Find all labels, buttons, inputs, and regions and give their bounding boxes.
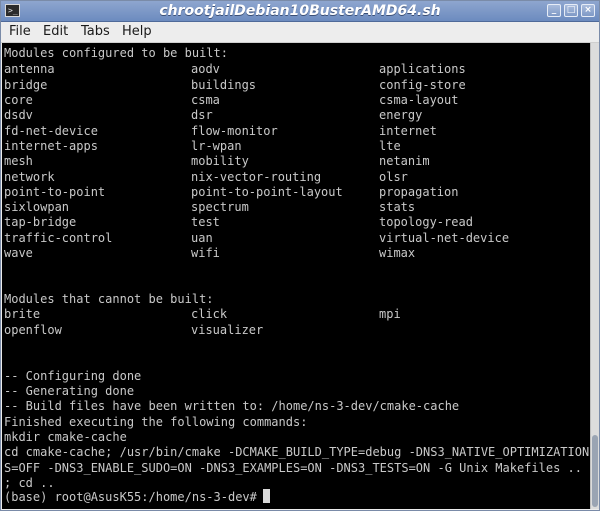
title-bar[interactable]: >_ chrootjailDebian10BusterAMD64.sh _ □ … bbox=[1, 1, 599, 22]
module-name: spectrum bbox=[191, 200, 249, 214]
menu-edit[interactable]: Edit bbox=[43, 22, 68, 42]
vertical-scrollbar[interactable] bbox=[590, 43, 599, 509]
scrollbar-thumb[interactable] bbox=[592, 435, 598, 507]
module-name: config-store bbox=[379, 78, 466, 92]
module-name: click bbox=[191, 307, 228, 321]
menu-bar: File Edit Tabs Help bbox=[1, 22, 599, 43]
module-name: bridge bbox=[4, 78, 48, 92]
menu-tabs[interactable]: Tabs bbox=[81, 22, 110, 42]
window-title: chrootjailDebian10BusterAMD64.sh bbox=[159, 3, 441, 19]
minimize-button[interactable]: _ bbox=[547, 4, 561, 17]
module-name: sixlowpan bbox=[4, 200, 70, 214]
module-name: virtual-net-device bbox=[379, 231, 510, 245]
module-name: netanim bbox=[379, 154, 430, 168]
module-name: topology-read bbox=[379, 215, 473, 229]
close-button[interactable]: × bbox=[581, 4, 595, 17]
module-name: stats bbox=[379, 200, 416, 214]
module-name: test bbox=[191, 215, 220, 229]
module-name: mesh bbox=[4, 154, 33, 168]
module-name: lr-wpan bbox=[191, 139, 242, 153]
module-name: wifi bbox=[191, 246, 220, 260]
module-name: energy bbox=[379, 108, 423, 122]
log-line: cd cmake-cache; /usr/bin/cmake -DCMAKE_B… bbox=[4, 445, 590, 459]
module-name: point-to-point-layout bbox=[191, 185, 343, 199]
module-name: olsr bbox=[379, 170, 408, 184]
module-name: fd-net-device bbox=[4, 124, 98, 138]
log-line: -- Build files have been written to: /ho… bbox=[4, 399, 460, 413]
menu-file[interactable]: File bbox=[9, 22, 31, 42]
module-name: dsr bbox=[191, 108, 213, 122]
module-name: internet bbox=[379, 124, 437, 138]
module-name: brite bbox=[4, 307, 41, 321]
module-name: aodv bbox=[191, 62, 220, 76]
text-cursor bbox=[263, 489, 270, 503]
log-line: mkdir cmake-cache bbox=[4, 430, 127, 444]
module-name: applications bbox=[379, 62, 466, 76]
module-name: point-to-point bbox=[4, 185, 106, 199]
log-line: -- Generating done bbox=[4, 384, 135, 398]
log-line: -- Configuring done bbox=[4, 369, 142, 383]
module-name: tap-bridge bbox=[4, 215, 77, 229]
log-line: Finished executing the following command… bbox=[4, 415, 308, 429]
module-name: wave bbox=[4, 246, 33, 260]
module-name: openflow bbox=[4, 323, 62, 337]
log-line: S=OFF -DNS3_ENABLE_SUDO=ON -DNS3_EXAMPLE… bbox=[4, 461, 582, 475]
module-name: antenna bbox=[4, 62, 55, 76]
module-name: mobility bbox=[191, 154, 249, 168]
module-name: traffic-control bbox=[4, 231, 113, 245]
terminal-window: >_ chrootjailDebian10BusterAMD64.sh _ □ … bbox=[0, 0, 600, 511]
module-name: wimax bbox=[379, 246, 416, 260]
terminal-output[interactable]: Modules configured to be built: antenna … bbox=[2, 43, 590, 509]
module-name: propagation bbox=[379, 185, 459, 199]
module-name: visualizer bbox=[191, 323, 264, 337]
module-name: csma-layout bbox=[379, 93, 459, 107]
module-name: network bbox=[4, 170, 55, 184]
module-name: buildings bbox=[191, 78, 257, 92]
module-name: lte bbox=[379, 139, 401, 153]
module-name: internet-apps bbox=[4, 139, 98, 153]
module-name: uan bbox=[191, 231, 213, 245]
maximize-button[interactable]: □ bbox=[564, 4, 578, 17]
module-name: nix-vector-routing bbox=[191, 170, 322, 184]
menu-help[interactable]: Help bbox=[122, 22, 152, 42]
shell-prompt[interactable]: (base) root@AsusK55:/home/ns-3-dev# bbox=[4, 489, 264, 505]
module-name: flow-monitor bbox=[191, 124, 278, 138]
module-name: mpi bbox=[379, 307, 401, 321]
module-name: dsdv bbox=[4, 108, 33, 122]
module-name: csma bbox=[191, 93, 220, 107]
unbuildable-modules-header: Modules that cannot be built: bbox=[4, 292, 214, 306]
configured-modules-header: Modules configured to be built: bbox=[4, 46, 228, 60]
module-name: core bbox=[4, 93, 33, 107]
